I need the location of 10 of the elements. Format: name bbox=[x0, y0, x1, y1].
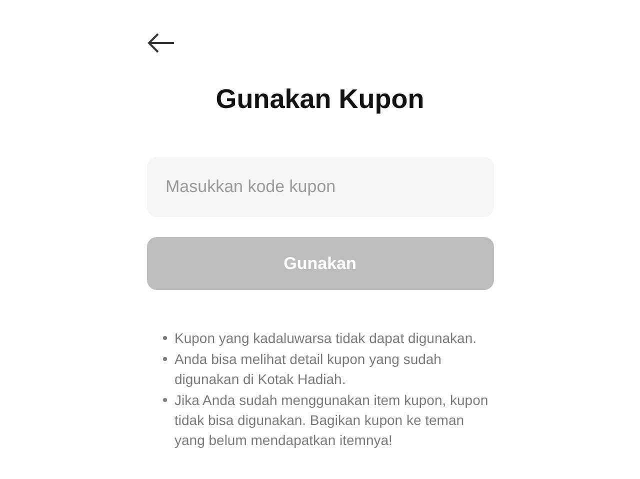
note-text: Anda bisa melihat detail kupon yang sudah digunakan di Kotak Hadiah. bbox=[174, 350, 442, 389]
back-button[interactable] bbox=[146, 32, 174, 54]
coupon-code-input[interactable]: Masukkan kode kupon bbox=[146, 157, 494, 217]
bullet-icon bbox=[162, 336, 166, 340]
bullet-icon bbox=[162, 398, 166, 402]
note-text: Jika Anda sudah menggunakan item kupon, kupon tidak bisa digunakan. Bagikan kupon ke teman yang belum mendapatkan itemnya! bbox=[174, 391, 488, 450]
back-arrow-icon bbox=[146, 33, 174, 53]
page-title: Gunakan Kupon bbox=[214, 84, 426, 115]
note-text: Kupon yang kadaluwarsa tidak dapat digunakan. bbox=[174, 329, 476, 348]
bullet-icon bbox=[162, 357, 166, 361]
